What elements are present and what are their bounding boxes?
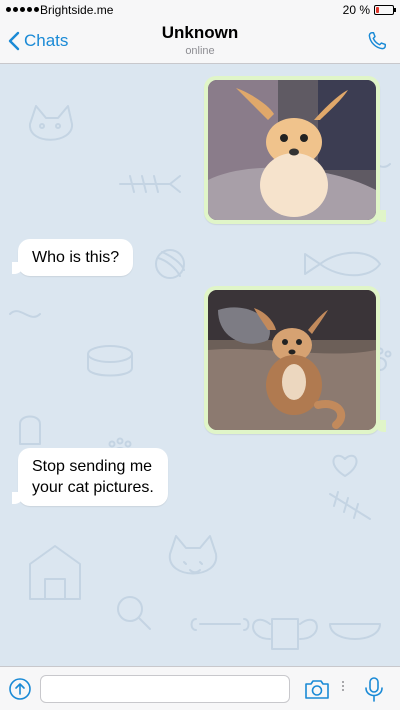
more-dots-icon [342, 681, 344, 691]
phone-icon [368, 32, 386, 50]
carrier-name: Brightside.me [40, 3, 114, 17]
battery-level [376, 7, 380, 13]
camera-icon [305, 680, 329, 699]
chihuahua-photo [208, 80, 376, 220]
message-text-line: Stop sending me [32, 458, 153, 475]
message-input-bar [0, 666, 400, 710]
message-text: Who is this? [32, 249, 120, 266]
contact-name: Unknown [161, 23, 239, 42]
nav-bar: Chats Unknown online [0, 20, 400, 64]
chat-screen: Brightside.me 20 % Chats Unknown online [0, 0, 400, 710]
call-button[interactable] [366, 30, 388, 57]
status-bar: Brightside.me 20 % [0, 0, 400, 20]
signal-icon [6, 7, 39, 12]
chevron-left-icon [8, 31, 20, 51]
battery-percent: 20 % [342, 3, 370, 17]
contact-status: online [185, 45, 215, 57]
microphone-icon [365, 677, 383, 702]
bubble-tail [12, 492, 24, 504]
back-button[interactable]: Chats [8, 31, 68, 51]
back-label: Chats [24, 31, 69, 50]
attach-button[interactable] [8, 677, 32, 706]
message-text-line: your cat pictures. [32, 479, 154, 496]
message-input[interactable] [40, 675, 290, 703]
message-list[interactable]: Who is this? Stop sending me your cat pi… [0, 64, 400, 666]
bubble-tail [12, 262, 24, 274]
incoming-text-message[interactable]: Stop sending me your cat pictures. [12, 448, 168, 506]
microphone-button[interactable] [364, 676, 384, 707]
outgoing-photo-message[interactable] [204, 76, 386, 224]
incoming-text-message[interactable]: Who is this? [12, 239, 134, 276]
camera-button[interactable] [304, 678, 330, 705]
battery-icon [374, 5, 396, 15]
chihuahua-photo [208, 290, 376, 430]
attach-icon [9, 678, 31, 700]
chat-header[interactable]: Unknown online [100, 23, 300, 57]
outgoing-photo-message[interactable] [204, 286, 386, 434]
